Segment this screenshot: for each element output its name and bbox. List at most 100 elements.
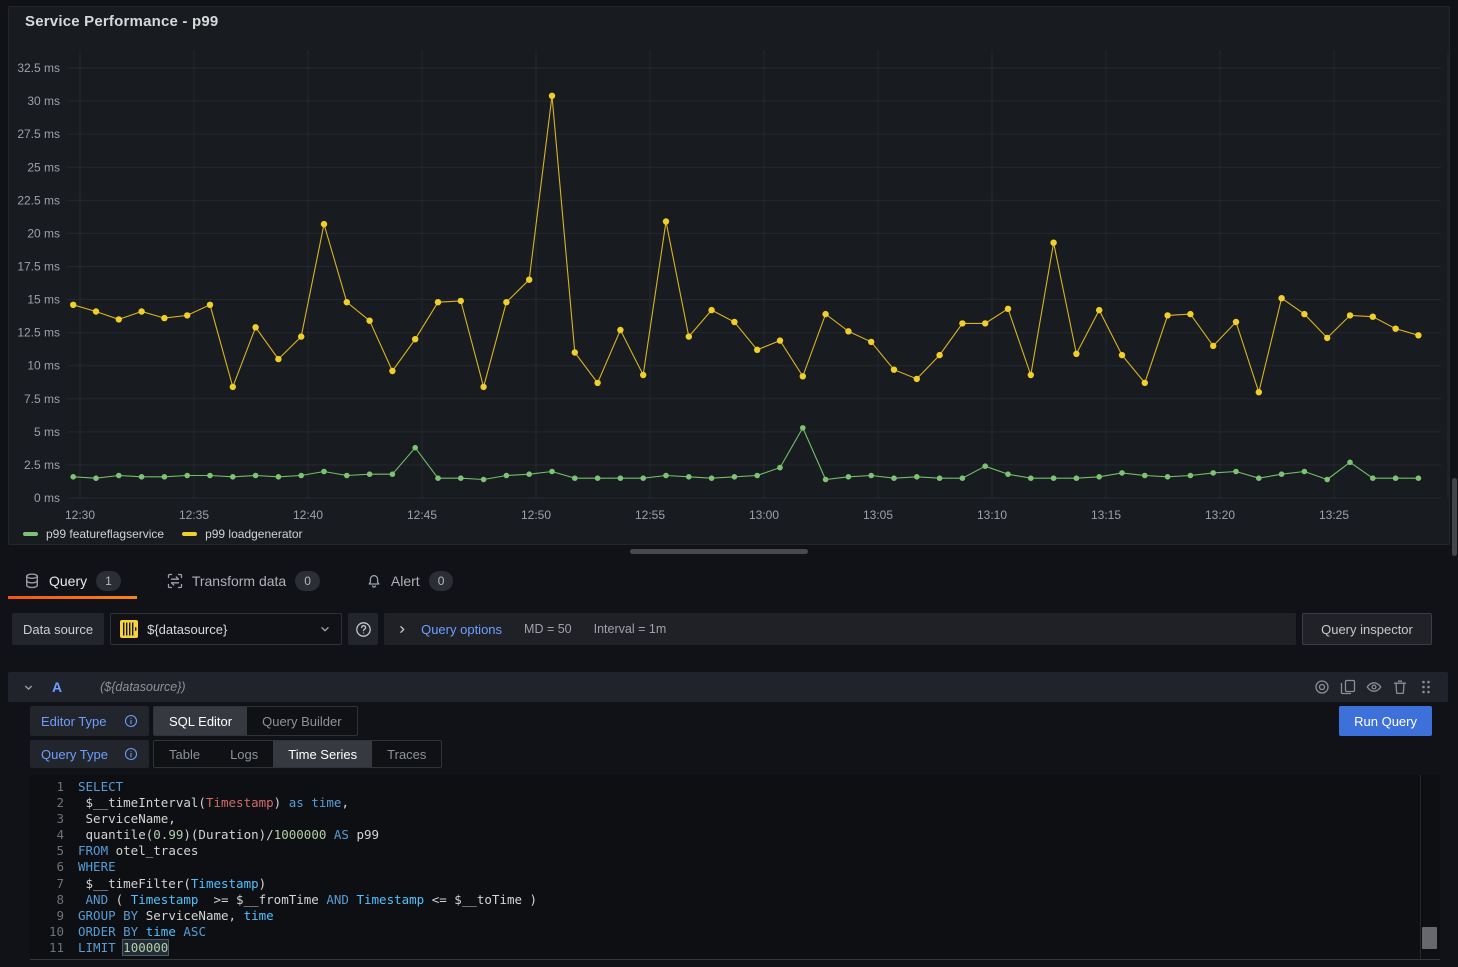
info-icon [124,714,138,728]
svg-text:0 ms: 0 ms [34,491,60,505]
minimap-thumb[interactable] [1422,927,1437,949]
code-line[interactable]: 11LIMIT 100000 [30,940,1440,956]
code-text: $__timeInterval(Timestamp) as time, [78,795,349,811]
svg-text:32.5 ms: 32.5 ms [17,61,60,75]
query-type-row: Query Type TableLogsTime SeriesTraces [30,740,1432,768]
svg-text:12.5 ms: 12.5 ms [17,326,60,340]
svg-text:13:00: 13:00 [749,508,779,522]
panel-title: Service Performance - p99 [25,13,218,30]
sql-code-editor[interactable]: 1SELECT2 $__timeInterval(Timestamp) as t… [30,775,1440,960]
code-line[interactable]: 1SELECT [30,779,1440,795]
editor-type-option-sql-editor[interactable]: SQL Editor [154,707,247,735]
code-text: $__timeFilter(Timestamp) [78,876,266,892]
code-text: ORDER BY time ASC [78,924,206,940]
hide-response-icon [1366,679,1382,695]
collapse-chevron-down-icon[interactable] [22,681,35,694]
code-line[interactable]: 2 $__timeInterval(Timestamp) as time, [30,795,1440,811]
query-inspector-button[interactable]: Query inspector [1302,613,1432,645]
code-text: WHERE [78,859,116,875]
legend-item[interactable]: p99 featureflagservice [23,527,164,541]
svg-text:25 ms: 25 ms [27,160,60,174]
line-number: 6 [30,859,64,875]
query-row-actions [1313,679,1434,696]
svg-text:7.5 ms: 7.5 ms [24,392,60,406]
code-line[interactable]: 5 FROM otel_traces [30,843,1440,859]
svg-text:17.5 ms: 17.5 ms [17,259,60,273]
transform-icon [167,573,183,589]
editor-type-option-query-builder[interactable]: Query Builder [247,707,356,735]
code-line[interactable]: 6 WHERE [30,859,1440,875]
datasource-help-button[interactable] [348,613,378,645]
duplicate-query-icon [1340,679,1356,695]
query-type-option-table[interactable]: Table [154,741,215,767]
info-icon [124,747,138,761]
horizontal-scrollbar-thumb[interactable] [630,549,808,554]
line-number: 8 [30,892,64,908]
query-type-option-logs[interactable]: Logs [215,741,273,767]
code-line[interactable]: 4 quantile(0.99)(Duration)/1000000 AS p9… [30,827,1440,843]
code-text: LIMIT 100000 [78,940,168,956]
svg-text:22.5 ms: 22.5 ms [17,193,60,207]
svg-text:2.5 ms: 2.5 ms [24,458,60,472]
svg-text:27.5 ms: 27.5 ms [17,127,60,141]
legend-item[interactable]: p99 loadgenerator [182,527,302,541]
query-type-option-time-series[interactable]: Time Series [273,741,372,767]
database-icon [24,573,40,589]
svg-text:20 ms: 20 ms [27,226,60,240]
line-number: 10 [30,924,64,940]
svg-text:12:55: 12:55 [635,508,665,522]
code-text: AND ( Timestamp >= $__fromTime AND Times… [78,892,537,908]
interval-value: Interval = 1m [594,622,667,636]
query-type-option-traces[interactable]: Traces [372,741,441,767]
legend-swatch [23,532,38,536]
tab-query[interactable]: Query 1 [8,563,137,599]
grafana-panel-edit-page: 0 ms2.5 ms5 ms7.5 ms10 ms12.5 ms15 ms17.… [0,0,1458,967]
code-text: ServiceName, [78,811,176,827]
timeseries-chart[interactable]: 0 ms2.5 ms5 ms7.5 ms10 ms12.5 ms15 ms17.… [9,7,1449,544]
drag-handle-button[interactable] [1417,679,1434,696]
line-number: 5 [30,843,64,859]
tab-label: Query [49,573,87,589]
code-text: GROUP BY ServiceName, time [78,908,274,924]
code-line[interactable]: 7 $__timeFilter(Timestamp) [30,876,1440,892]
query-type-group: TableLogsTime SeriesTraces [153,740,442,768]
datasource-value: ${datasource} [147,622,227,637]
code-line[interactable]: 3 ServiceName, [30,811,1440,827]
disable-query-button[interactable] [1313,679,1330,696]
legend-label: p99 featureflagservice [46,527,164,541]
svg-text:10 ms: 10 ms [27,359,60,373]
bell-icon [366,573,382,589]
query-toolbar: Data source ${datasource} Query options … [12,613,1432,645]
query-editor-row: A (${datasource}) Editor Type SQL Editor… [8,672,1440,960]
svg-text:12:40: 12:40 [293,508,323,522]
code-text: SELECT [78,779,123,795]
tab-alert[interactable]: Alert0 [350,563,469,599]
datasource-picker[interactable]: ${datasource} [110,613,342,645]
svg-text:12:35: 12:35 [179,508,209,522]
svg-text:13:15: 13:15 [1091,508,1121,522]
run-query-button[interactable]: Run Query [1339,706,1432,736]
remove-query-button[interactable] [1391,679,1408,696]
tab-count-badge: 1 [96,571,121,591]
hide-response-button[interactable] [1365,679,1382,696]
chevron-right-icon [396,623,409,636]
code-line[interactable]: 10 ORDER BY time ASC [30,924,1440,940]
disable-query-icon [1314,679,1330,695]
code-text: FROM otel_traces [78,843,198,859]
tab-transform-data[interactable]: Transform data0 [151,563,336,599]
svg-text:13:10: 13:10 [977,508,1007,522]
query-options-bar[interactable]: Query options MD = 50 Interval = 1m [384,613,1296,645]
query-ref-id[interactable]: A [52,679,62,695]
code-line[interactable]: 9GROUP BY ServiceName, time [30,908,1440,924]
query-options-link[interactable]: Query options [421,622,502,637]
clickhouse-datasource-icon [120,620,138,638]
vertical-scrollbar-thumb[interactable] [1452,478,1457,556]
help-icon [355,621,372,638]
chart-legend: p99 featureflagservice p99 loadgenerator [23,527,303,541]
duplicate-query-button[interactable] [1339,679,1356,696]
line-number: 4 [30,827,64,843]
query-row-header[interactable]: A (${datasource}) [8,672,1448,702]
code-text: quantile(0.99)(Duration)/1000000 AS p99 [78,827,379,843]
code-line[interactable]: 8 AND ( Timestamp >= $__fromTime AND Tim… [30,892,1440,908]
timeseries-panel: 0 ms2.5 ms5 ms7.5 ms10 ms12.5 ms15 ms17.… [8,6,1450,545]
